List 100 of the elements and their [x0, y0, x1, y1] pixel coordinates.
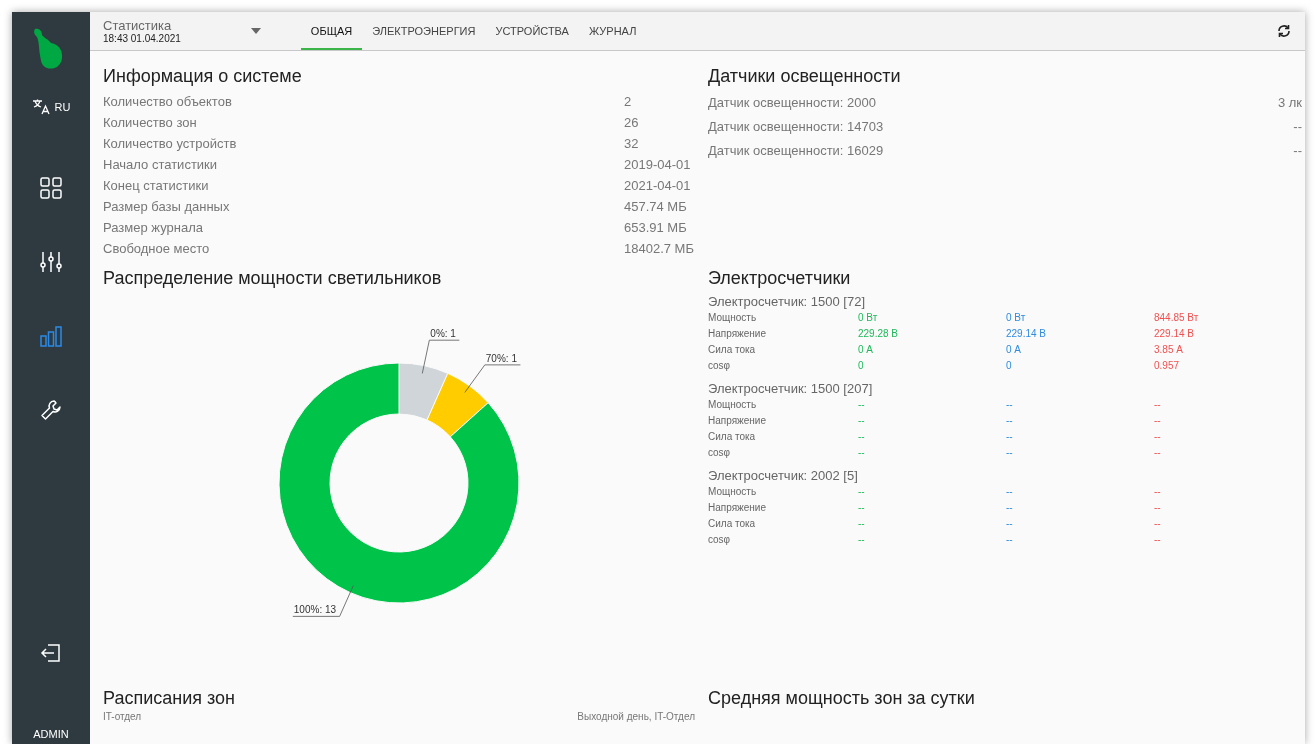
- section-title: Средняя мощность зон за сутки: [708, 687, 976, 710]
- meter-name: Электросчетчик: 1500 [207]: [708, 380, 874, 397]
- section-title: Распределение мощности светильников: [103, 267, 443, 290]
- page-title: Статистика: [103, 17, 173, 33]
- meter-label: cosφ: [708, 359, 732, 373]
- section-title: Датчики освещенности: [708, 65, 902, 88]
- sensor-label: Датчик освещенности: 14703: [708, 118, 885, 136]
- meter-value: 229.14 В: [1006, 327, 1048, 341]
- tab[interactable]: ЖУРНАЛ: [578, 12, 647, 50]
- meter-value: --: [1154, 446, 1162, 460]
- language-code[interactable]: RU: [54, 101, 71, 113]
- meter-value: 844.85 Вт: [1154, 311, 1200, 325]
- meter-value: --: [1006, 533, 1014, 547]
- meter-value: 0: [858, 359, 865, 373]
- meter-value: --: [1006, 414, 1014, 428]
- leader-line: [421, 339, 460, 374]
- logout-icon: [40, 642, 62, 664]
- section-title: Информация о системе: [103, 65, 303, 88]
- meter-value: --: [1154, 430, 1162, 444]
- info-value: 2019-04-01: [624, 156, 691, 174]
- meter-label: Сила тока: [708, 343, 757, 357]
- sensor-label: Датчик освещенности: 16029: [708, 142, 885, 160]
- leader-line: [464, 364, 521, 393]
- meter-value: --: [1006, 446, 1014, 460]
- meter-label: Сила тока: [708, 517, 757, 531]
- meter-value: --: [1006, 430, 1014, 444]
- info-value: 18402.7 МБ: [624, 240, 694, 258]
- meter-value: 0 Вт: [858, 311, 879, 325]
- section-title: Электросчетчики: [708, 267, 852, 290]
- meter-value: --: [858, 485, 866, 499]
- meter-label: Мощность: [708, 485, 758, 499]
- section-title: Расписания зон: [103, 687, 236, 710]
- meter-value: --: [1006, 517, 1014, 531]
- meter-value: --: [858, 414, 866, 428]
- tab[interactable]: ЭЛЕКТРОЭНЕРГИЯ: [362, 12, 486, 50]
- slice-label: 0%: 1: [430, 328, 456, 340]
- meter-name: Электросчетчик: 1500 [72]: [708, 293, 866, 310]
- info-label: Количество объектов: [103, 93, 233, 111]
- meter-value: --: [858, 533, 866, 547]
- info-value: 457.74 МБ: [624, 198, 687, 216]
- meter-value: 229.28 В: [858, 327, 900, 341]
- meter-label: Напряжение: [708, 327, 767, 341]
- meter-value: 0: [1006, 359, 1013, 373]
- sensor-value: 3 лк: [1277, 94, 1302, 112]
- meter-value: --: [858, 430, 866, 444]
- bar-chart-icon: [40, 325, 62, 347]
- meter-value: --: [858, 446, 866, 460]
- info-label: Свободное место: [103, 240, 211, 258]
- info-label: Конец статистики: [103, 177, 210, 195]
- meter-value: --: [1154, 501, 1162, 515]
- schedule-label: IT-отдел: [103, 711, 142, 723]
- meter-value: 0 Вт: [1006, 311, 1027, 325]
- tab[interactable]: УСТРОЙСТВА: [485, 12, 579, 50]
- sliders-icon: [40, 251, 62, 273]
- info-value: 26: [624, 114, 639, 132]
- info-value: 32: [624, 135, 639, 153]
- meter-label: Сила тока: [708, 430, 757, 444]
- info-value: 653.91 МБ: [624, 219, 687, 237]
- info-value: 2021-04-01: [624, 177, 691, 195]
- meter-value: 3.85 А: [1154, 343, 1184, 357]
- meter-value: --: [1006, 398, 1014, 412]
- meter-label: Напряжение: [708, 414, 767, 428]
- meter-label: cosφ: [708, 446, 732, 460]
- grid-icon: [40, 177, 62, 199]
- slice-label: 100%: 13: [293, 604, 337, 616]
- leader-line: [292, 584, 354, 617]
- sensor-value: --: [1293, 142, 1302, 160]
- meter-label: Напряжение: [708, 501, 767, 515]
- meter-value: 0.957: [1154, 359, 1181, 373]
- meter-label: cosφ: [708, 533, 732, 547]
- wrench-icon: [40, 399, 62, 421]
- meter-value: --: [1154, 485, 1162, 499]
- info-label: Количество зон: [103, 114, 198, 132]
- info-label: Начало статистики: [103, 156, 219, 174]
- meter-value: --: [858, 501, 866, 515]
- meter-label: Мощность: [708, 398, 758, 412]
- meter-value: --: [858, 398, 866, 412]
- info-value: 2: [624, 93, 632, 111]
- meter-value: --: [1154, 414, 1162, 428]
- sensor-label: Датчик освещенности: 2000: [708, 94, 877, 112]
- slice-label: 70%: 1: [485, 352, 517, 364]
- user-name: ADMIN: [33, 728, 69, 740]
- schedule-label: Выходной день, IT-Отдел: [577, 711, 695, 723]
- sensor-value: --: [1293, 118, 1302, 136]
- meter-value: --: [858, 517, 866, 531]
- info-label: Размер журнала: [103, 219, 204, 237]
- meter-value: --: [1006, 501, 1014, 515]
- meter-value: 0 А: [1006, 343, 1022, 357]
- meter-value: 0 А: [858, 343, 874, 357]
- meter-value: --: [1006, 485, 1014, 499]
- meter-name: Электросчетчик: 2002 [5]: [708, 467, 859, 484]
- refresh-icon: [1277, 24, 1291, 38]
- dropdown-caret-icon[interactable]: [250, 28, 261, 34]
- info-label: Размер базы данных: [103, 198, 231, 216]
- meter-value: --: [1154, 398, 1162, 412]
- translate-icon[interactable]: [31, 99, 50, 115]
- meter-label: Мощность: [708, 311, 758, 325]
- info-label: Количество устройств: [103, 135, 238, 153]
- tab[interactable]: ОБЩАЯ: [300, 12, 363, 50]
- date-time: 18:43 01.04.2021: [103, 32, 181, 45]
